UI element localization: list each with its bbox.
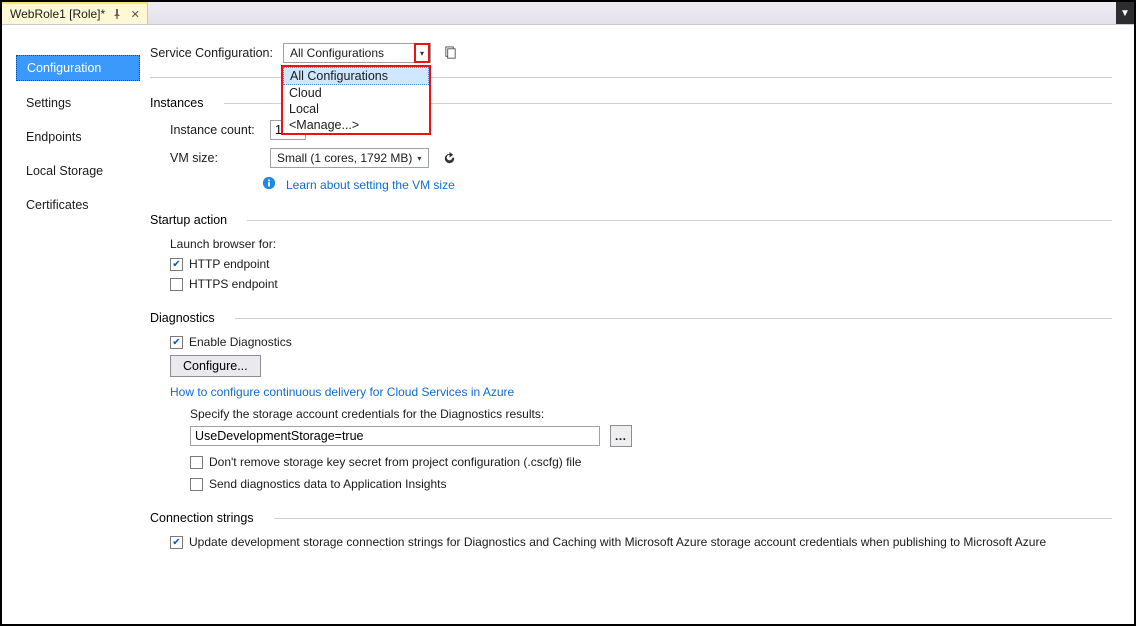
connection-strings-section-title: Connection strings [150,511,254,525]
sidenav-item-endpoints[interactable]: Endpoints [16,125,140,149]
main-panel: Service Configuration: All Configuration… [140,25,1134,624]
configure-diagnostics-button[interactable]: Configure... [170,355,261,377]
service-configuration-dropdown[interactable]: All Configurations ▾ [283,43,431,63]
tabstrip-overflow-icon[interactable]: ▼ [1116,2,1134,24]
enable-diagnostics-label: Enable Diagnostics [189,335,292,349]
specify-storage-label: Specify the storage account credentials … [190,407,1112,421]
sidenav-item-local-storage[interactable]: Local Storage [16,159,140,183]
section-rule [274,518,1112,519]
service-configuration-label: Service Configuration: [150,46,273,60]
sidenav-item-configuration[interactable]: Configuration [16,55,140,81]
https-endpoint-checkbox[interactable]: ✔ [170,278,183,291]
vm-size-label: VM size: [170,151,260,165]
service-config-option-all[interactable]: All Configurations [283,67,429,85]
send-to-appinsights-label: Send diagnostics data to Application Ins… [209,477,447,491]
close-icon[interactable]: ✕ [129,8,141,20]
tabstrip-spacer [148,2,1116,24]
send-to-appinsights-checkbox[interactable]: ✔ [190,478,203,491]
startup-section-title: Startup action [150,213,227,227]
refresh-vm-sizes-icon[interactable] [439,148,459,168]
section-rule [247,220,1112,221]
role-editor-window: WebRole1 [Role]* ✕ ▼ Configuration Setti… [0,0,1136,626]
document-tab-title: WebRole1 [Role]* [10,7,105,21]
sidenav-item-settings[interactable]: Settings [16,91,140,115]
instance-count-label: Instance count: [170,123,260,137]
launch-browser-label: Launch browser for: [170,237,1112,251]
learn-vm-size-link[interactable]: Learn about setting the VM size [286,178,455,192]
http-endpoint-label: HTTP endpoint [189,257,270,271]
update-conn-strings-checkbox[interactable]: ✔ [170,536,183,549]
side-nav: Configuration Settings Endpoints Local S… [2,25,140,624]
https-endpoint-label: HTTPS endpoint [189,277,278,291]
document-tabstrip: WebRole1 [Role]* ✕ ▼ [2,2,1134,25]
dont-remove-key-label: Don't remove storage key secret from pro… [209,455,581,469]
copy-configuration-icon[interactable] [441,43,461,63]
chevron-down-icon: ▾ [412,151,426,165]
continuous-delivery-link[interactable]: How to configure continuous delivery for… [170,385,514,399]
service-configuration-value: All Configurations [290,46,384,60]
diagnostics-storage-input[interactable] [190,426,600,446]
pin-icon[interactable] [111,8,123,20]
http-endpoint-checkbox[interactable]: ✔ [170,258,183,271]
document-tab-webrole1[interactable]: WebRole1 [Role]* ✕ [2,2,148,24]
vm-size-value: Small (1 cores, 1792 MB) [277,151,412,165]
info-icon [262,176,276,193]
service-config-option-cloud[interactable]: Cloud [283,85,429,101]
update-conn-strings-label: Update development storage connection st… [189,535,1046,549]
service-configuration-popup: All Configurations Cloud Local <Manage..… [281,65,431,135]
chevron-down-icon: ▾ [414,43,430,63]
dont-remove-key-checkbox[interactable]: ✔ [190,456,203,469]
service-config-option-local[interactable]: Local [283,101,429,117]
service-config-option-manage[interactable]: <Manage...> [283,117,429,133]
editor-body: Configuration Settings Endpoints Local S… [2,25,1134,624]
vm-size-dropdown[interactable]: Small (1 cores, 1792 MB) ▾ [270,148,429,168]
instances-section-title: Instances [150,96,204,110]
browse-storage-button[interactable]: … [610,425,632,447]
sidenav-item-certificates[interactable]: Certificates [16,193,140,217]
enable-diagnostics-checkbox[interactable]: ✔ [170,336,183,349]
diagnostics-section-title: Diagnostics [150,311,215,325]
section-rule [235,318,1112,319]
